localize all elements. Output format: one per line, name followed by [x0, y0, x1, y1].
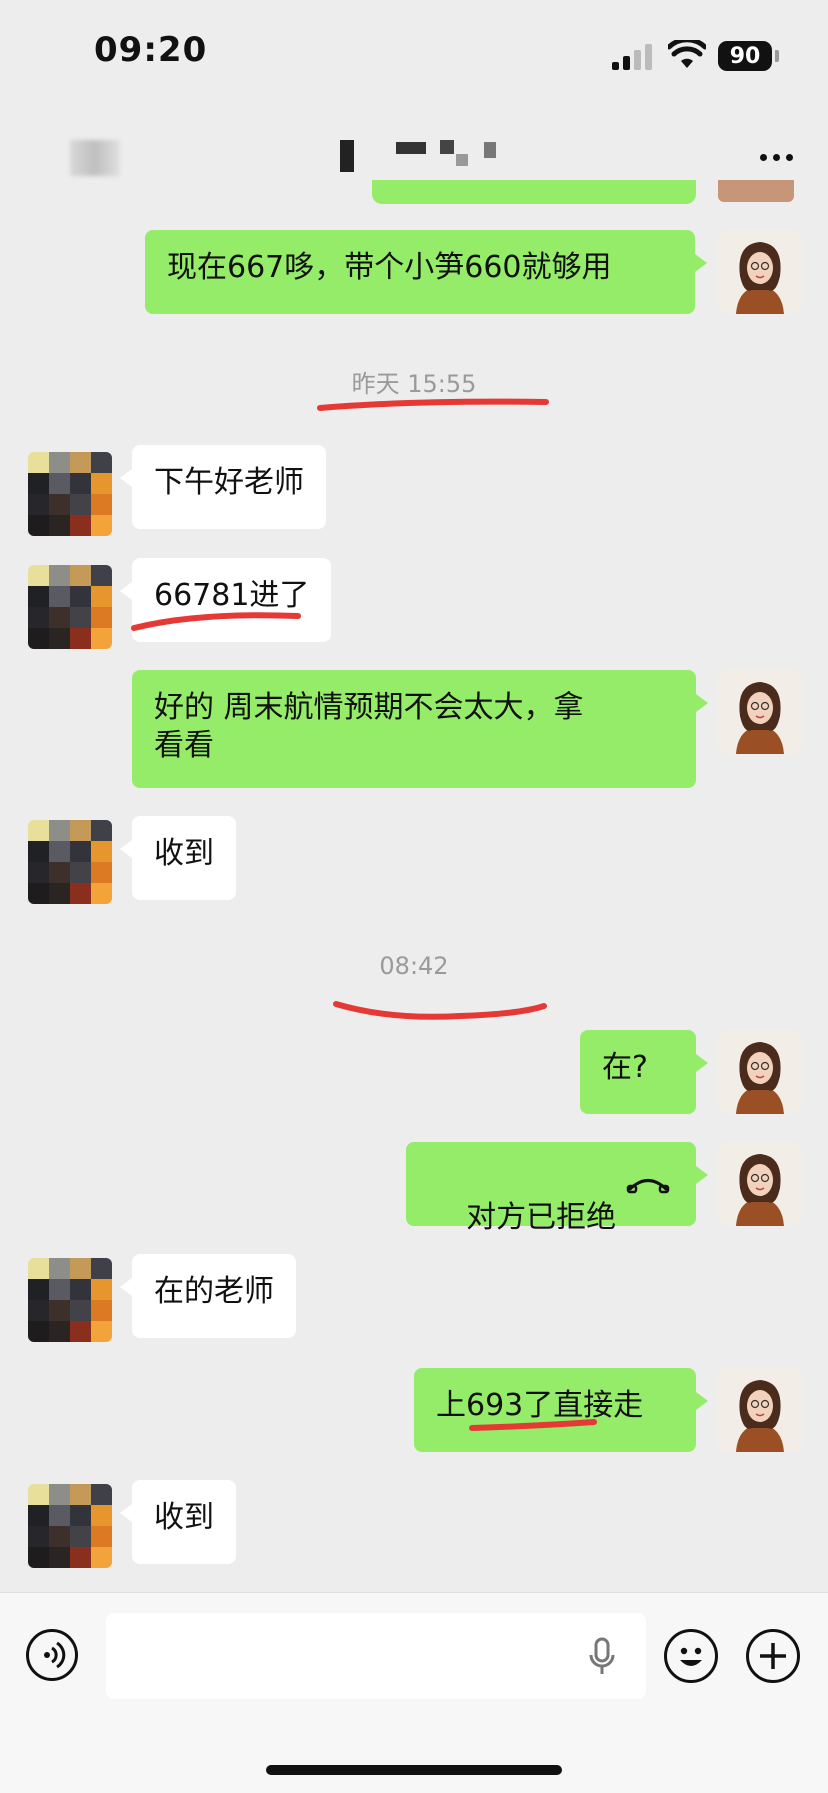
voice-input-button[interactable] — [26, 1629, 78, 1681]
phone-hangup-icon — [626, 1179, 670, 1194]
red-underline-annotation — [131, 612, 301, 631]
smiley-icon — [680, 1647, 702, 1666]
input-bar — [0, 1592, 828, 1793]
self-avatar[interactable] — [718, 230, 802, 314]
battery-icon: 90 — [718, 41, 772, 71]
self-avatar[interactable] — [718, 1142, 802, 1226]
message-bubble-outgoing[interactable]: 好的 周末航情预期不会太大，拿 看看 — [132, 670, 708, 788]
message-bubble-outgoing[interactable]: 现在667哆，带个小笋660就够用 — [145, 230, 707, 314]
avatar-woman-icon — [718, 230, 802, 314]
message-bubble-outgoing[interactable]: 上693了直接走 — [414, 1368, 708, 1452]
previous-message-avatar — [718, 180, 794, 202]
red-underline-annotation — [333, 1001, 547, 1020]
self-avatar[interactable] — [718, 1368, 802, 1452]
message-bubble-incoming[interactable]: 在的老师 — [120, 1254, 296, 1338]
contact-avatar-pixelated[interactable] — [28, 1484, 112, 1568]
battery-tip — [775, 50, 779, 62]
contact-avatar-pixelated[interactable] — [28, 452, 112, 536]
microphone-icon[interactable] — [588, 1637, 616, 1677]
emoji-button[interactable] — [664, 1629, 718, 1683]
avatar-woman-icon — [718, 1030, 802, 1114]
call-status-text: 对方已拒绝 — [466, 1200, 617, 1235]
message-bubble-incoming[interactable]: 下午好老师 — [120, 445, 326, 529]
home-indicator[interactable] — [266, 1765, 562, 1775]
plus-icon — [760, 1643, 786, 1669]
message-bubble-incoming[interactable]: 收到 — [120, 1480, 236, 1564]
back-button[interactable] — [70, 140, 120, 176]
timestamp: 昨天 15:55 — [351, 370, 477, 398]
message-bubble-outgoing[interactable]: 在? — [580, 1030, 708, 1114]
self-avatar[interactable] — [718, 670, 802, 754]
timestamp: 08:42 — [379, 952, 449, 980]
contact-avatar-pixelated[interactable] — [28, 1258, 112, 1342]
red-underline-annotation — [469, 1419, 597, 1431]
chat-message-list[interactable]: 现在667哆，带个小笋660就够用 昨天 15:55 下午好老师 66781进了 — [0, 180, 828, 1590]
cellular-signal-icon — [612, 44, 652, 70]
previous-message-bubble — [372, 180, 696, 204]
status-bar: 09:20 90 — [0, 0, 828, 100]
avatar-woman-icon — [718, 1368, 802, 1452]
status-time: 09:20 — [94, 30, 208, 70]
self-avatar[interactable] — [718, 1030, 802, 1114]
red-underline-annotation — [317, 398, 549, 411]
voice-icon — [44, 1641, 66, 1669]
contact-avatar-pixelated[interactable] — [28, 565, 112, 649]
message-input[interactable] — [106, 1613, 646, 1699]
more-functions-button[interactable] — [746, 1629, 800, 1683]
contact-avatar-pixelated[interactable] — [28, 820, 112, 904]
avatar-woman-icon — [718, 1142, 802, 1226]
more-icon[interactable] — [760, 154, 793, 161]
wifi-icon — [668, 40, 706, 68]
call-rejected-bubble[interactable]: 对方已拒绝 — [406, 1142, 708, 1235]
message-bubble-incoming[interactable]: 收到 — [120, 816, 236, 900]
avatar-woman-icon — [718, 670, 802, 754]
